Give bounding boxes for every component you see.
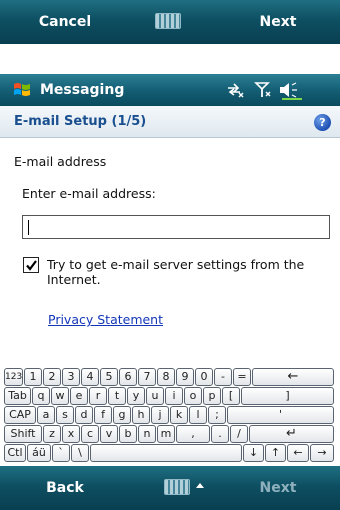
- key-backspace[interactable]: ←: [252, 368, 334, 386]
- key-j[interactable]: j: [151, 406, 169, 424]
- signal-off-icon: [254, 82, 271, 97]
- windows-flag-icon[interactable]: [12, 80, 32, 100]
- key-slash[interactable]: /: [230, 425, 248, 443]
- key-9[interactable]: 9: [176, 368, 194, 386]
- key-3[interactable]: 3: [62, 368, 80, 386]
- key-7[interactable]: 7: [138, 368, 156, 386]
- privacy-statement-link[interactable]: Privacy Statement: [48, 312, 163, 327]
- key-equals[interactable]: =: [233, 368, 251, 386]
- key-ctrl[interactable]: Ctl: [4, 444, 26, 462]
- key-4[interactable]: 4: [81, 368, 99, 386]
- key-x[interactable]: x: [62, 425, 80, 443]
- key-backslash[interactable]: \: [71, 444, 89, 462]
- key-o[interactable]: o: [184, 387, 202, 405]
- key-s[interactable]: s: [56, 406, 74, 424]
- key-h[interactable]: h: [132, 406, 150, 424]
- top-softkey-bar: Cancel Next: [0, 0, 340, 44]
- key-m[interactable]: m: [157, 425, 175, 443]
- key-arrow-right[interactable]: →: [310, 444, 334, 462]
- key-z[interactable]: z: [43, 425, 61, 443]
- keyboard-row-1: 123 1 2 3 4 5 6 7 8 9 0 - = ←: [0, 368, 340, 386]
- key-q[interactable]: q: [32, 387, 50, 405]
- key-8[interactable]: 8: [157, 368, 175, 386]
- key-2[interactable]: 2: [43, 368, 61, 386]
- auto-settings-checkbox[interactable]: [23, 257, 39, 273]
- key-tab[interactable]: Tab: [4, 387, 31, 405]
- key-backtick[interactable]: `: [52, 444, 70, 462]
- back-softkey[interactable]: Back: [30, 466, 100, 510]
- key-l[interactable]: l: [189, 406, 207, 424]
- key-0[interactable]: 0: [195, 368, 213, 386]
- key-apostrophe[interactable]: ': [227, 406, 334, 424]
- auto-settings-label[interactable]: Try to get e-mail server settings from t…: [47, 257, 332, 287]
- page-title: E-mail Setup (1/5): [14, 114, 147, 129]
- next-softkey-disabled[interactable]: Next: [248, 466, 308, 510]
- email-input[interactable]: [22, 215, 330, 239]
- keyboard-icon[interactable]: [164, 479, 190, 495]
- key-t[interactable]: t: [108, 387, 126, 405]
- key-u[interactable]: u: [146, 387, 164, 405]
- email-prompt-label: Enter e-mail address:: [22, 186, 156, 201]
- key-n[interactable]: n: [138, 425, 156, 443]
- key-caps[interactable]: CAP: [4, 406, 36, 424]
- key-minus[interactable]: -: [214, 368, 232, 386]
- key-r[interactable]: r: [89, 387, 107, 405]
- key-b[interactable]: b: [119, 425, 137, 443]
- key-shift[interactable]: Shift: [4, 425, 42, 443]
- section-label: E-mail address: [14, 154, 107, 169]
- key-f[interactable]: f: [94, 406, 112, 424]
- key-6[interactable]: 6: [119, 368, 137, 386]
- bottom-softkey-bar: Back Next: [0, 466, 340, 510]
- keyboard-row-5: Ctl áü ` \ ↓ ↑ ← →: [0, 444, 340, 462]
- title-bar: Messaging: [0, 74, 340, 106]
- key-p[interactable]: p: [203, 387, 221, 405]
- key-space[interactable]: [90, 444, 242, 462]
- key-right-bracket[interactable]: ]: [241, 387, 334, 405]
- key-v[interactable]: v: [100, 425, 118, 443]
- key-g[interactable]: g: [113, 406, 131, 424]
- soft-keyboard: 123 1 2 3 4 5 6 7 8 9 0 - = ← Tab q w e …: [0, 346, 340, 468]
- speaker-icon: [280, 82, 302, 100]
- keyboard-row-2: Tab q w e r t y u i o p [ ]: [0, 387, 340, 405]
- key-k[interactable]: k: [170, 406, 188, 424]
- key-arrow-down[interactable]: ↓: [243, 444, 264, 462]
- key-arrow-up[interactable]: ↑: [265, 444, 286, 462]
- key-i[interactable]: i: [165, 387, 183, 405]
- status-icons[interactable]: [224, 79, 324, 101]
- key-123[interactable]: 123: [4, 368, 23, 386]
- input-menu-arrow-icon[interactable]: [196, 483, 204, 488]
- key-e[interactable]: e: [70, 387, 88, 405]
- keyboard-row-3: CAP a s d f g h j k l ; ': [0, 406, 340, 424]
- key-d[interactable]: d: [75, 406, 93, 424]
- key-period[interactable]: .: [211, 425, 229, 443]
- key-w[interactable]: w: [51, 387, 69, 405]
- key-enter[interactable]: ↵: [249, 425, 334, 443]
- wizard-header: E-mail Setup (1/5) ?: [0, 106, 340, 138]
- connectivity-icon: [228, 83, 244, 98]
- checkmark-icon: [26, 260, 37, 271]
- next-softkey-top[interactable]: Next: [248, 0, 308, 44]
- key-a[interactable]: a: [37, 406, 55, 424]
- help-icon[interactable]: ?: [314, 114, 331, 131]
- key-1[interactable]: 1: [24, 368, 42, 386]
- key-arrow-left[interactable]: ←: [287, 444, 309, 462]
- key-accents[interactable]: áü: [27, 444, 51, 462]
- form-area: E-mail address Enter e-mail address: Try…: [0, 138, 340, 346]
- key-left-bracket[interactable]: [: [222, 387, 240, 405]
- text-caret: [28, 220, 29, 235]
- app-title: Messaging: [40, 82, 125, 98]
- keyboard-row-4: Shift z x c v b n m , . / ↵: [0, 425, 340, 443]
- keyboard-icon[interactable]: [155, 13, 181, 29]
- key-y[interactable]: y: [127, 387, 145, 405]
- key-comma[interactable]: ,: [176, 425, 210, 443]
- key-c[interactable]: c: [81, 425, 99, 443]
- key-semicolon[interactable]: ;: [208, 406, 226, 424]
- key-5[interactable]: 5: [100, 368, 118, 386]
- cancel-softkey[interactable]: Cancel: [30, 0, 100, 44]
